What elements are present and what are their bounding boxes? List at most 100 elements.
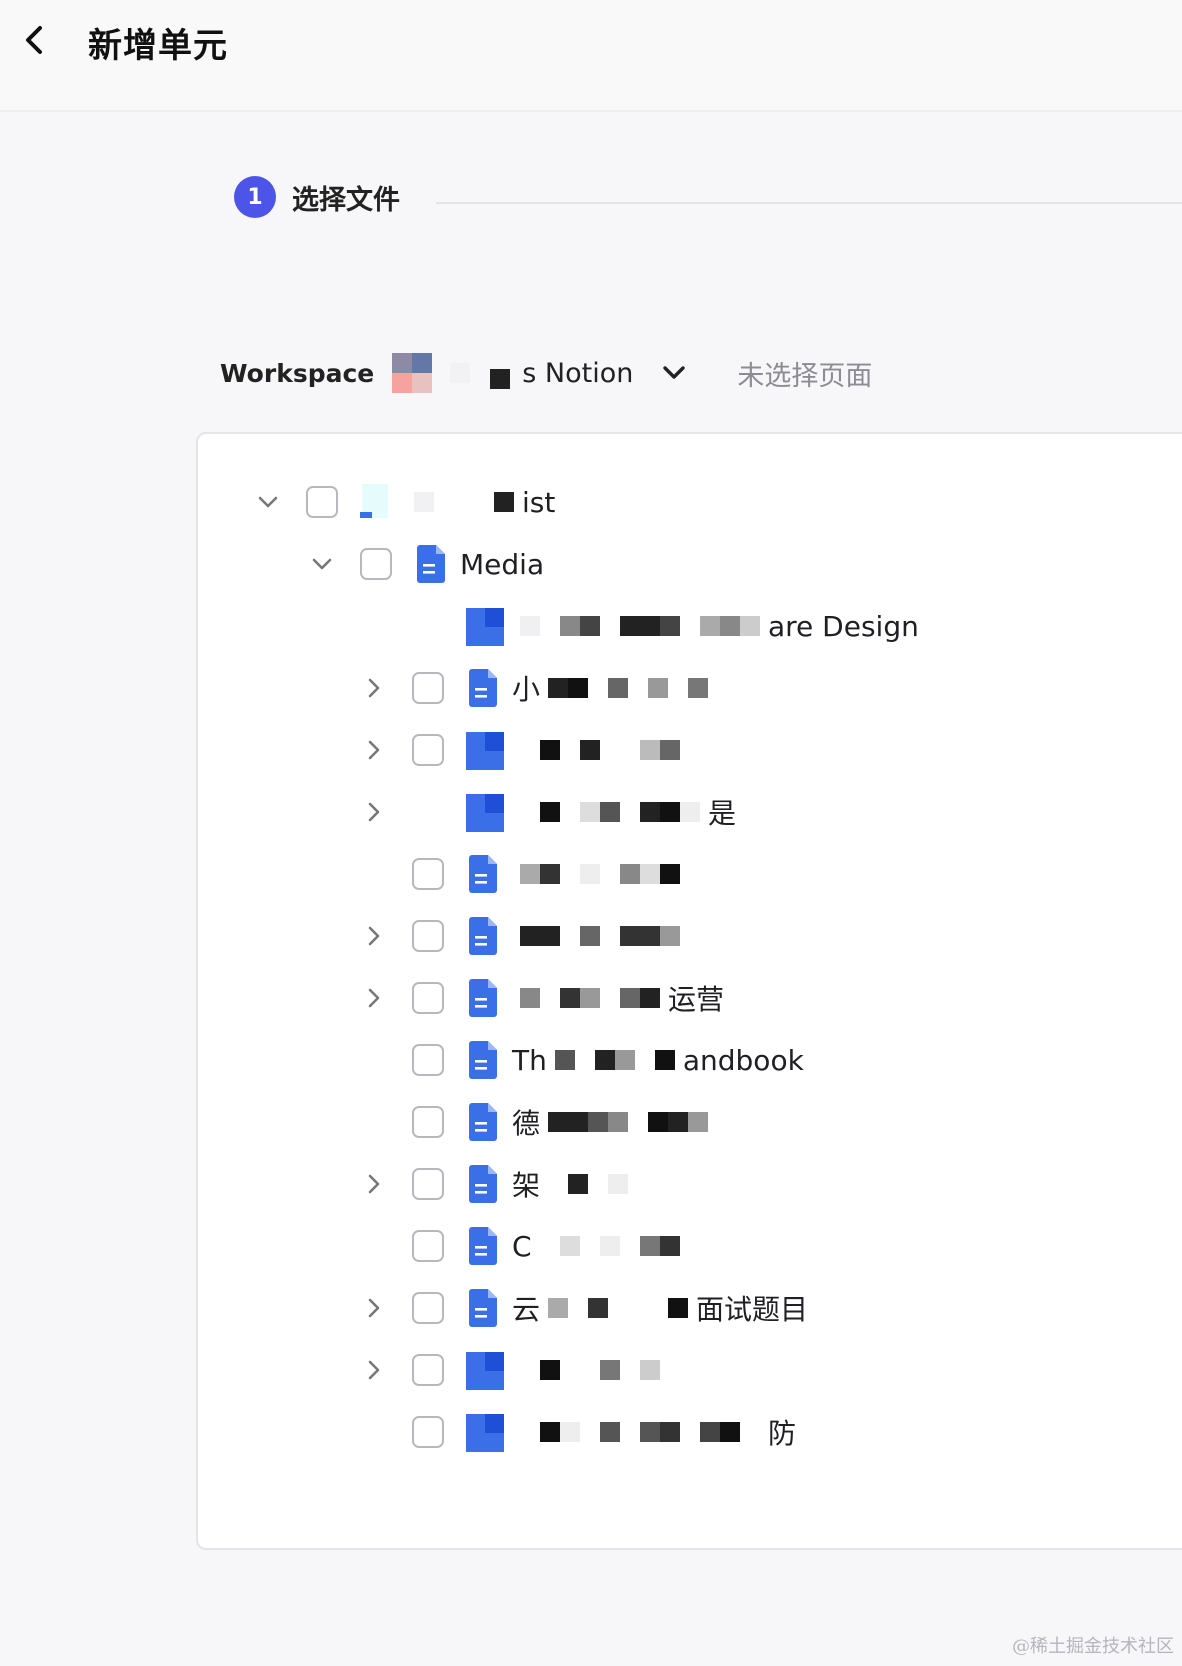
step-label: 选择文件 bbox=[292, 184, 400, 216]
document-icon bbox=[466, 606, 504, 646]
watermark: @稀土掘金技术社区 bbox=[1012, 1636, 1174, 1657]
checkbox[interactable] bbox=[306, 486, 338, 518]
tree-item-label-suffix: andbook bbox=[682, 1043, 804, 1077]
app-header: 新增单元 bbox=[0, 0, 1182, 112]
document-icon bbox=[466, 668, 500, 708]
tree-item-label: Media bbox=[460, 547, 545, 581]
checkbox[interactable] bbox=[412, 1354, 444, 1386]
chevron-right-icon[interactable] bbox=[360, 1170, 388, 1198]
document-icon bbox=[466, 1226, 500, 1266]
redacted-text bbox=[520, 616, 760, 636]
tree-item-label-suffix: are Design bbox=[768, 609, 919, 643]
redacted-text bbox=[520, 988, 660, 1008]
checkbox[interactable] bbox=[412, 1044, 444, 1076]
chevron-right-icon[interactable] bbox=[360, 736, 388, 764]
workspace-label: Workspace bbox=[220, 358, 375, 388]
tree-item-label-suffix: 面试题目 bbox=[696, 1293, 809, 1326]
redacted-text bbox=[520, 926, 680, 946]
workspace-dropdown[interactable]: s Notion bbox=[450, 357, 633, 389]
chevron-right-icon[interactable] bbox=[360, 984, 388, 1012]
checkbox[interactable] bbox=[412, 1292, 444, 1324]
checkbox[interactable] bbox=[412, 1416, 444, 1448]
redacted-text bbox=[548, 1298, 689, 1318]
tree-row-item[interactable]: 德 bbox=[360, 1097, 716, 1147]
redacted-text bbox=[520, 864, 680, 884]
page-icon bbox=[360, 482, 394, 522]
page-title: 新增单元 bbox=[88, 26, 228, 66]
document-icon bbox=[466, 1412, 504, 1452]
tree-row-item[interactable]: 防 bbox=[360, 1407, 796, 1457]
tree-row-item[interactable]: are Design bbox=[360, 601, 919, 651]
tree-item-label-suffix: 是 bbox=[708, 797, 737, 830]
tree-row-media[interactable]: Media bbox=[308, 539, 544, 589]
tree-row-item[interactable] bbox=[360, 725, 688, 775]
chevron-right-icon[interactable] bbox=[360, 1356, 388, 1384]
tree-row-item[interactable]: 小 bbox=[360, 663, 716, 713]
tree-row-item[interactable]: C bbox=[360, 1221, 688, 1271]
tree-item-label-suffix: 防 bbox=[768, 1417, 797, 1450]
chevron-right-icon[interactable] bbox=[360, 1294, 388, 1322]
checkbox[interactable] bbox=[412, 672, 444, 704]
tree-row-item[interactable]: 是 bbox=[360, 787, 736, 837]
tree-item-label-prefix: C bbox=[512, 1229, 532, 1263]
tree-row-root[interactable]: ist bbox=[254, 477, 555, 527]
checkbox[interactable] bbox=[412, 920, 444, 952]
tree-row-item[interactable]: 运营 bbox=[360, 973, 724, 1023]
checkbox[interactable] bbox=[412, 858, 444, 890]
document-icon bbox=[466, 1040, 500, 1080]
chevron-right-icon[interactable] bbox=[360, 798, 388, 826]
redacted-text bbox=[548, 678, 709, 698]
tree-item-label-prefix: 架 bbox=[512, 1169, 541, 1202]
tree-item-label-prefix: 德 bbox=[512, 1107, 541, 1140]
tree-item-label-prefix: 云 bbox=[512, 1293, 541, 1326]
document-icon bbox=[466, 730, 504, 770]
back-arrow-icon[interactable] bbox=[14, 20, 54, 60]
chevron-down-icon[interactable] bbox=[659, 358, 689, 388]
tree-row-item[interactable]: Th andbook bbox=[360, 1035, 804, 1085]
redacted-text bbox=[520, 740, 680, 760]
document-icon bbox=[466, 1350, 504, 1390]
tree-row-item[interactable] bbox=[360, 1345, 668, 1395]
tree-row-item[interactable] bbox=[360, 849, 688, 899]
checkbox[interactable] bbox=[412, 1230, 444, 1262]
checkbox[interactable] bbox=[412, 734, 444, 766]
checkbox[interactable] bbox=[412, 1168, 444, 1200]
checkbox[interactable] bbox=[360, 548, 392, 580]
chevron-right-icon[interactable] bbox=[360, 922, 388, 950]
document-icon bbox=[466, 1164, 500, 1204]
workspace-avatar-icon bbox=[392, 353, 433, 393]
redacted-text bbox=[520, 802, 700, 822]
tree-item-label-prefix: 小 bbox=[512, 673, 541, 706]
tree-item-label-suffix: 运营 bbox=[668, 983, 725, 1016]
chevron-right-icon[interactable] bbox=[360, 674, 388, 702]
tree-row-item[interactable] bbox=[360, 911, 688, 961]
chevron-down-icon[interactable] bbox=[308, 550, 336, 578]
document-icon bbox=[466, 916, 500, 956]
redacted-text bbox=[548, 1112, 709, 1132]
step-divider bbox=[436, 202, 1182, 204]
redacted-text bbox=[548, 1174, 649, 1194]
step-number-badge: 1 bbox=[234, 176, 276, 218]
step-indicator: 1 选择文件 bbox=[234, 176, 400, 218]
chevron-down-icon[interactable] bbox=[254, 488, 282, 516]
redacted-text bbox=[520, 1360, 660, 1380]
redacted-text bbox=[554, 1050, 675, 1070]
document-icon bbox=[466, 1288, 500, 1328]
document-icon bbox=[414, 544, 448, 584]
tree-row-item[interactable]: 云 面试题目 bbox=[360, 1283, 808, 1333]
workspace-selector-row: Workspace s Notion 未选择页面 bbox=[220, 350, 872, 396]
redacted-text bbox=[414, 492, 514, 512]
tree-row-item[interactable]: 架 bbox=[360, 1159, 656, 1209]
document-icon bbox=[466, 854, 500, 894]
selection-status: 未选择页面 bbox=[737, 360, 873, 392]
checkbox[interactable] bbox=[412, 982, 444, 1014]
checkbox[interactable] bbox=[412, 1106, 444, 1138]
redacted-block bbox=[450, 363, 471, 383]
